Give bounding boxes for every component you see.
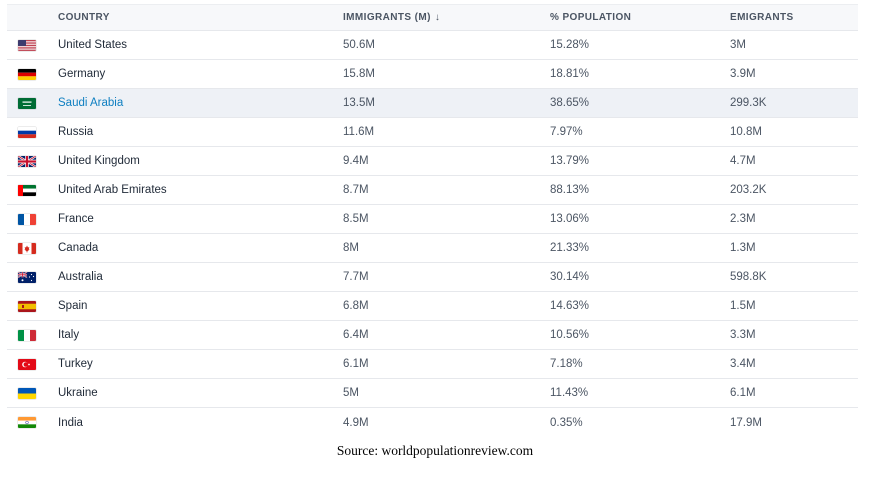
country-name[interactable]: Spain <box>58 292 87 320</box>
immigrants-value: 11.6M <box>343 126 375 138</box>
column-header-country[interactable]: COUNTRY <box>58 5 110 30</box>
country-name[interactable]: Turkey <box>58 350 93 378</box>
country-name[interactable]: United Kingdom <box>58 147 140 175</box>
percent-population-value: 10.56% <box>550 329 590 341</box>
country-name[interactable]: United Arab Emirates <box>58 176 167 204</box>
australia-flag-icon <box>18 271 36 283</box>
table-row[interactable]: United Arab Emirates 8.7M 88.13% 203.2K <box>7 176 858 205</box>
immigrants-value: 4.9M <box>343 416 369 429</box>
table-row[interactable]: United Kingdom 9.4M 13.79% 4.7M <box>7 147 858 176</box>
emigrants-value: 6.1M <box>730 387 756 399</box>
germany-flag-icon <box>18 68 36 80</box>
immigrants-value: 50.6M <box>343 39 375 51</box>
country-name[interactable]: United States <box>58 31 127 59</box>
italy-flag-icon <box>18 329 36 341</box>
emigrants-value: 3.9M <box>730 68 756 80</box>
percent-population-value: 13.79% <box>550 155 590 167</box>
table-row[interactable]: Italy 6.4M 10.56% 3.3M <box>7 321 858 350</box>
emigrants-value: 17.9M <box>730 416 762 429</box>
immigrants-value: 5M <box>343 387 359 399</box>
emigrants-value: 3M <box>730 39 746 51</box>
country-name[interactable]: France <box>58 205 94 233</box>
table-row[interactable]: Russia 11.6M 7.97% 10.8M <box>7 118 858 147</box>
immigrants-value: 6.4M <box>343 329 369 341</box>
percent-population-value: 14.63% <box>550 300 590 312</box>
country-name[interactable]: Germany <box>58 60 105 88</box>
table-row[interactable]: Turkey 6.1M 7.18% 3.4M <box>7 350 858 379</box>
immigrants-value: 9.4M <box>343 155 369 167</box>
table-row[interactable]: Australia 7.7M 30.14% 598.8K <box>7 263 858 292</box>
emigrants-value: 2.3M <box>730 213 756 225</box>
percent-population-value: 88.13% <box>550 184 590 196</box>
table-row[interactable]: Spain 6.8M 14.63% 1.5M <box>7 292 858 321</box>
country-name[interactable]: Canada <box>58 234 98 262</box>
immigrants-value: 13.5M <box>343 97 375 109</box>
table-row[interactable]: Ukraine 5M 11.43% 6.1M <box>7 379 858 408</box>
immigrants-value: 6.8M <box>343 300 369 312</box>
percent-population-value: 21.33% <box>550 242 590 254</box>
country-name-link[interactable]: Saudi Arabia <box>58 89 123 117</box>
table-header: COUNTRY IMMIGRANTS (M) ↓ % POPULATION EM… <box>7 4 858 31</box>
immigrants-value: 8.7M <box>343 184 369 196</box>
canada-flag-icon <box>18 242 36 254</box>
emigrants-value: 598.8K <box>730 271 767 283</box>
emigrants-value: 203.2K <box>730 184 767 196</box>
percent-population-value: 7.97% <box>550 126 583 138</box>
percent-population-value: 30.14% <box>550 271 590 283</box>
column-header-emigrants[interactable]: EMIGRANTS <box>730 5 794 30</box>
table-row[interactable]: Canada 8M 21.33% 1.3M <box>7 234 858 263</box>
percent-population-value: 7.18% <box>550 358 583 370</box>
saudi-arabia-flag-icon <box>18 97 36 109</box>
india-flag-icon <box>18 417 36 428</box>
immigration-table: COUNTRY IMMIGRANTS (M) ↓ % POPULATION EM… <box>7 4 858 437</box>
country-name[interactable]: Russia <box>58 118 93 146</box>
emigrants-value: 299.3K <box>730 97 767 109</box>
table-row[interactable]: India 4.9M 0.35% 17.9M <box>7 408 858 437</box>
percent-population-value: 0.35% <box>550 416 583 429</box>
percent-population-value: 13.06% <box>550 213 590 225</box>
spain-flag-icon <box>18 300 36 312</box>
france-flag-icon <box>18 213 36 225</box>
emigrants-value: 10.8M <box>730 126 762 138</box>
table-row[interactable]: United States 50.6M 15.28% 3M <box>7 31 858 60</box>
us-flag-icon <box>18 39 36 51</box>
column-header-immigrants[interactable]: IMMIGRANTS (M) ↓ <box>343 5 440 30</box>
percent-population-value: 11.43% <box>550 387 589 399</box>
table-row[interactable]: Germany 15.8M 18.81% 3.9M <box>7 60 858 89</box>
emigrants-value: 1.3M <box>730 242 756 254</box>
immigrants-value: 15.8M <box>343 68 375 80</box>
immigrants-value: 8.5M <box>343 213 369 225</box>
immigrants-value: 6.1M <box>343 358 369 370</box>
percent-population-value: 18.81% <box>550 68 590 80</box>
turkey-flag-icon <box>18 358 36 370</box>
immigrants-value: 8M <box>343 242 359 254</box>
emigrants-value: 1.5M <box>730 300 756 312</box>
source-caption: Source: worldpopulationreview.com <box>336 443 534 458</box>
country-name[interactable]: Australia <box>58 263 103 291</box>
table-row-highlighted[interactable]: Saudi Arabia 13.5M 38.65% 299.3K <box>7 89 858 118</box>
immigrants-value: 7.7M <box>343 271 369 283</box>
uk-flag-icon <box>18 155 36 167</box>
russia-flag-icon <box>18 126 36 138</box>
emigrants-value: 3.4M <box>730 358 756 370</box>
column-header-percent-population[interactable]: % POPULATION <box>550 5 631 30</box>
country-name[interactable]: Ukraine <box>58 379 98 407</box>
percent-population-value: 15.28% <box>550 39 590 51</box>
percent-population-value: 38.65% <box>550 97 590 109</box>
table-row[interactable]: France 8.5M 13.06% 2.3M <box>7 205 858 234</box>
country-name[interactable]: India <box>58 408 83 437</box>
emigrants-value: 3.3M <box>730 329 756 341</box>
country-name[interactable]: Italy <box>58 321 79 349</box>
ukraine-flag-icon <box>18 387 36 399</box>
emigrants-value: 4.7M <box>730 155 756 167</box>
sort-descending-icon: ↓ <box>434 12 441 23</box>
uae-flag-icon <box>18 184 36 196</box>
